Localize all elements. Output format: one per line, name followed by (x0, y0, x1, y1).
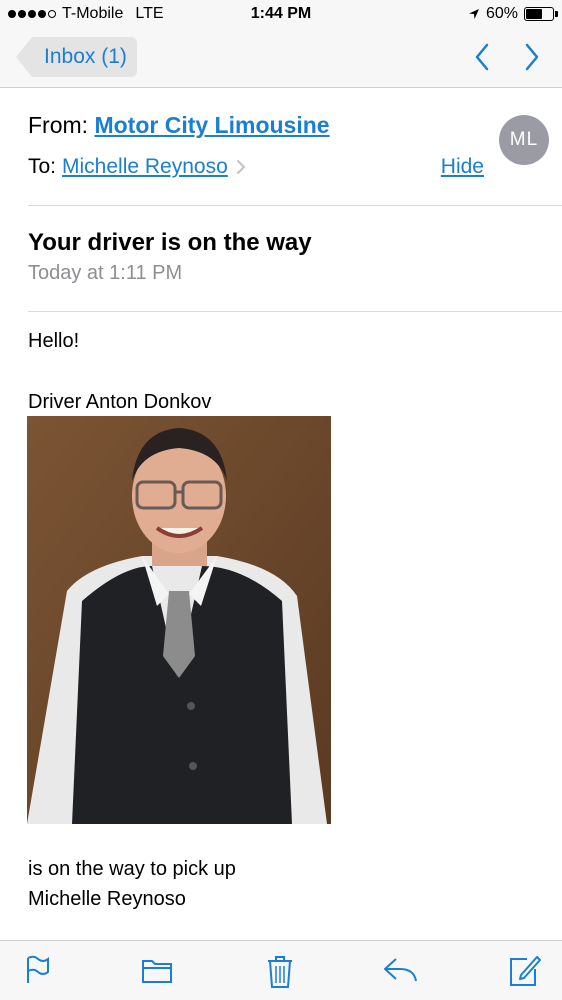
driver-name-text: Driver Anton Donkov (28, 391, 212, 413)
driver-photo (27, 416, 331, 824)
bottom-toolbar (0, 940, 562, 1000)
flag-icon[interactable] (24, 955, 52, 985)
driver-photo-image (27, 416, 331, 824)
from-label: From: (28, 112, 89, 138)
header-divider (28, 205, 562, 206)
recipient-link[interactable]: Michelle Reynoso (62, 155, 228, 179)
navigation-bar: Inbox (1) (0, 30, 562, 88)
battery-level (526, 9, 542, 19)
message-navigation (472, 42, 542, 72)
back-button-label: Inbox (1) (32, 37, 137, 77)
greeting-text: Hello! (28, 330, 80, 352)
folder-icon[interactable] (141, 955, 173, 985)
back-to-inbox-button[interactable]: Inbox (1) (16, 37, 137, 77)
location-arrow-icon (468, 9, 479, 19)
back-arrow-shape (16, 37, 32, 77)
closing-line-1: is on the way to pick up (28, 858, 236, 880)
chevron-down-icon[interactable] (522, 42, 542, 72)
hide-details-link[interactable]: Hide (441, 155, 484, 179)
compose-icon[interactable] (507, 955, 541, 987)
reply-icon[interactable] (382, 955, 418, 985)
to-row: To: Michelle Reynoso (28, 155, 248, 179)
closing-line-2: Michelle Reynoso (28, 888, 186, 910)
sender-avatar[interactable]: ML (499, 115, 549, 165)
from-row: From: Motor City Limousine (28, 112, 330, 139)
chevron-up-icon[interactable] (472, 42, 492, 72)
chevron-right-icon (236, 160, 246, 174)
to-label: To: (28, 155, 57, 178)
message-subject: Your driver is on the way (28, 229, 312, 256)
battery-percent: 60% (485, 5, 518, 22)
battery-icon (524, 7, 558, 21)
trash-icon[interactable] (266, 955, 294, 989)
subject-divider (28, 311, 562, 312)
sender-link[interactable]: Motor City Limousine (94, 112, 329, 138)
status-right: 60% (468, 5, 558, 23)
status-bar: T-Mobile LTE 1:44 PM 60% (0, 0, 562, 30)
message-date: Today at 1:11 PM (28, 262, 183, 284)
